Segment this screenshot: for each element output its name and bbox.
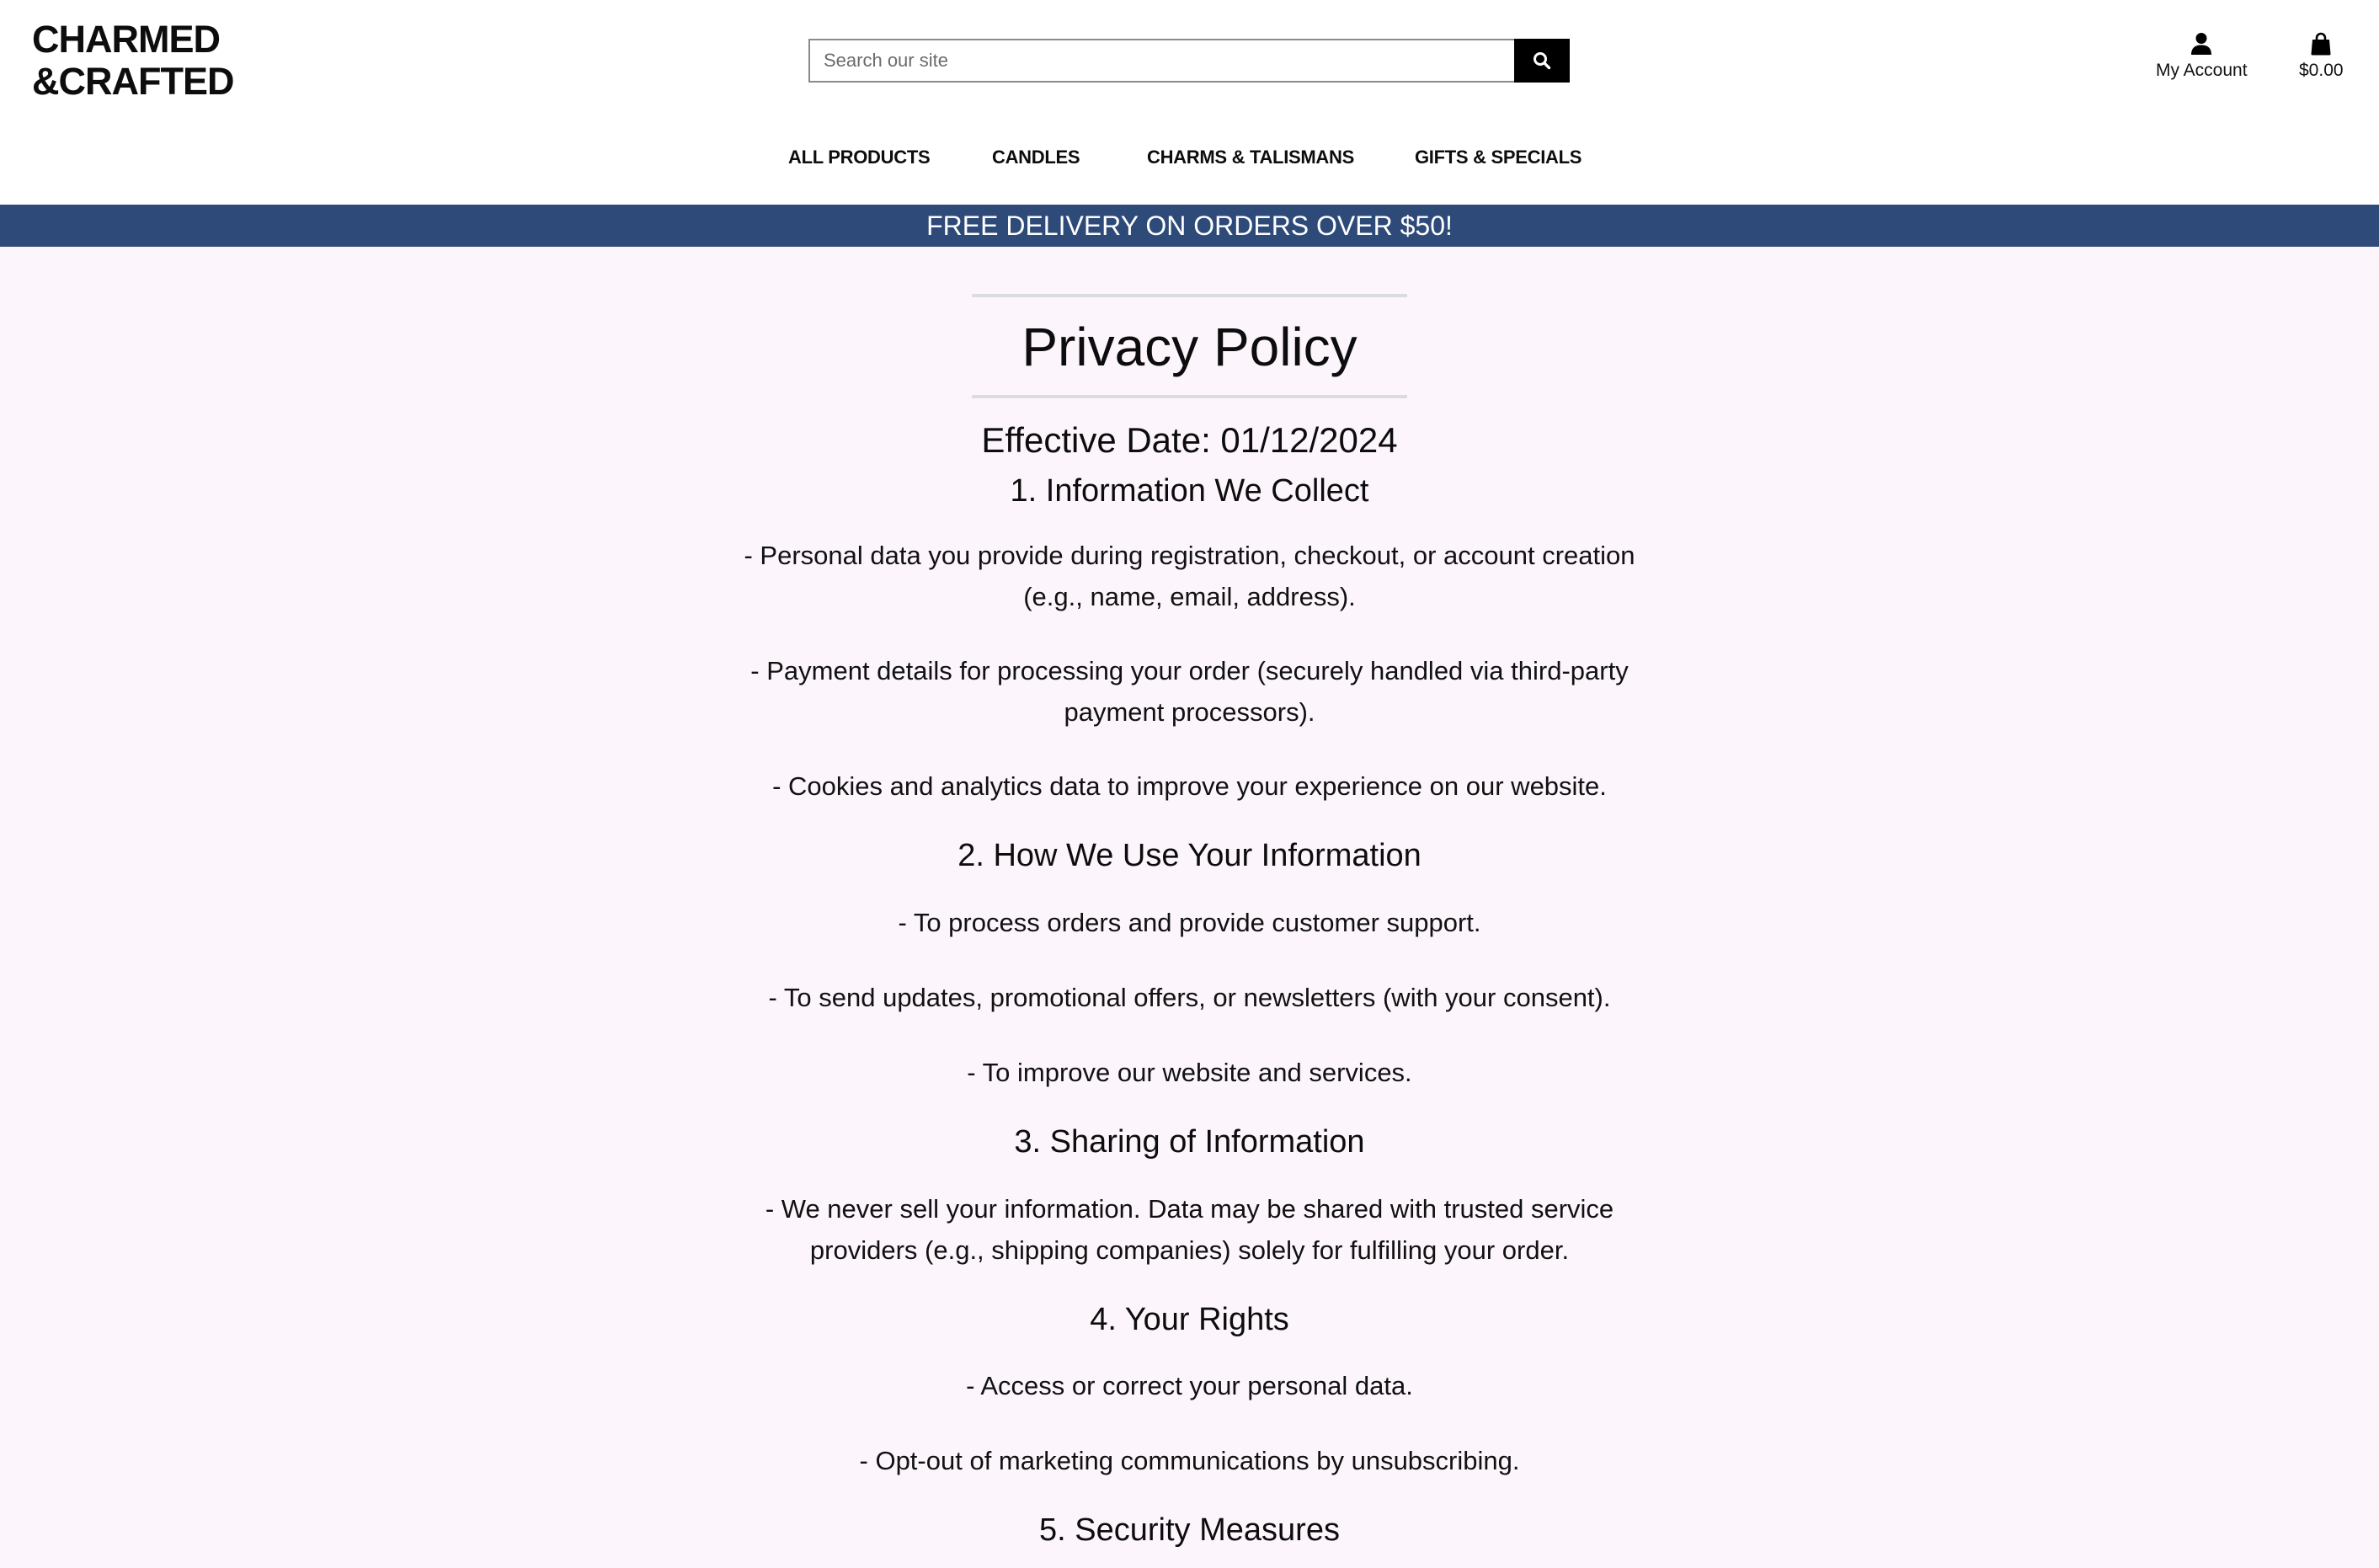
- my-account-label: My Account: [2156, 61, 2248, 80]
- section-1-item-2: - Payment details for processing your or…: [750, 656, 1629, 727]
- promo-banner: FREE DELIVERY ON ORDERS OVER $50!: [0, 205, 2379, 247]
- my-account-link[interactable]: My Account: [2156, 32, 2248, 81]
- search-form: [808, 39, 1570, 83]
- section-2-item-3: - To improve our website and services.: [967, 1058, 1412, 1087]
- logo-line-2: &CRAFTED: [32, 60, 234, 103]
- page-title-frame: Privacy Policy: [972, 294, 1407, 398]
- nav-all-products[interactable]: ALL PRODUCTS: [788, 147, 931, 168]
- site-logo[interactable]: CHARMED &CRAFTED: [32, 18, 234, 103]
- user-icon: [2191, 33, 2212, 55]
- cart-link[interactable]: $0.00: [2299, 32, 2344, 81]
- section-heading-2: 2. How We Use Your Information: [957, 838, 1422, 873]
- search-button[interactable]: [1514, 39, 1570, 83]
- section-1-item-3: - Cookies and analytics data to improve …: [772, 771, 1607, 801]
- page-title: Privacy Policy: [1021, 317, 1358, 377]
- section-heading-5: 5. Security Measures: [1039, 1512, 1340, 1548]
- nav-charms-talismans[interactable]: CHARMS & TALISMANS: [1147, 147, 1354, 168]
- section-heading-1: 1. Information We Collect: [1010, 473, 1369, 509]
- main-nav: ALL PRODUCTS CANDLES CHARMS & TALISMANS …: [0, 147, 2379, 172]
- search-icon: [1534, 52, 1551, 70]
- site-header: CHARMED &CRAFTED My Account $0.00 ALL PR…: [0, 0, 2379, 205]
- section-2-item-2: - To send updates, promotional offers, o…: [768, 983, 1611, 1012]
- shopping-bag-icon: [2311, 32, 2331, 56]
- effective-date: Effective Date: 01/12/2024: [981, 420, 1398, 460]
- nav-candles[interactable]: CANDLES: [992, 147, 1080, 168]
- section-4-item-2: - Opt-out of marketing communications by…: [859, 1446, 1520, 1475]
- search-input[interactable]: [808, 39, 1514, 83]
- section-heading-3: 3. Sharing of Information: [1014, 1124, 1365, 1160]
- section-3-item-1: - We never sell your information. Data m…: [765, 1194, 1614, 1265]
- section-2-item-1: - To process orders and provide customer…: [898, 908, 1481, 937]
- logo-line-1: CHARMED: [32, 18, 221, 61]
- section-heading-4: 4. Your Rights: [1090, 1302, 1289, 1337]
- cart-total: $0.00: [2299, 61, 2344, 80]
- nav-gifts-specials[interactable]: GIFTS & SPECIALS: [1415, 147, 1582, 168]
- section-1-item-1: - Personal data you provide during regis…: [744, 541, 1635, 611]
- section-4-item-1: - Access or correct your personal data.: [966, 1371, 1413, 1400]
